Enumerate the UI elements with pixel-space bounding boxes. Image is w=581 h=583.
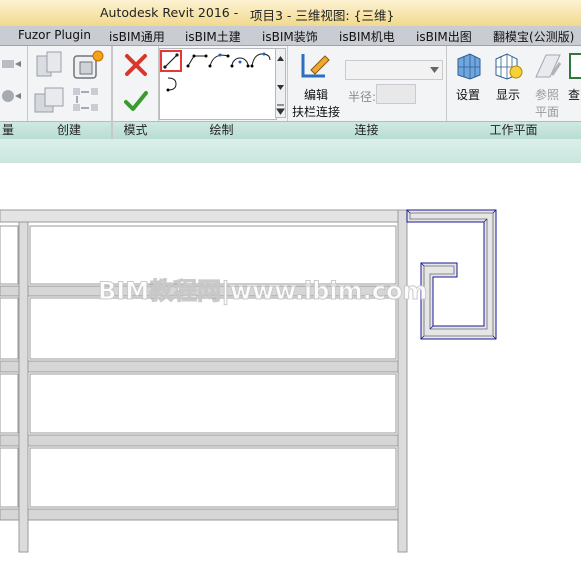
edit-label: 编辑 — [304, 88, 329, 102]
line-tool-selected[interactable] — [160, 50, 182, 72]
tangent-arc-icon[interactable] — [250, 50, 272, 70]
panel-label-mode: 模式 — [113, 121, 158, 139]
cancel-edit-mode-icon[interactable] — [123, 52, 149, 78]
gallery-scroll-arrows-icon — [276, 56, 285, 115]
panel-label-workplane: 工作平面 — [446, 121, 581, 139]
panel-label-draw: 绘制 — [156, 121, 287, 139]
ref-plane-label-2: 平面 — [535, 105, 560, 119]
set-label: 设置 — [456, 88, 481, 102]
viewer-label-partial: 查 — [568, 88, 581, 102]
panel-label-measure: 量 — [0, 121, 27, 139]
railing-sketch[interactable] — [406, 209, 497, 340]
tab-isbim-general[interactable]: isBIM通用 — [109, 28, 165, 45]
set-workplane-icon[interactable] — [454, 51, 484, 81]
ribbon-tab-bar: Fuzor Plugin isBIM通用 isBIM土建 isBIM装饰 isB… — [0, 26, 581, 46]
panel-draw: 绘制 — [156, 46, 288, 139]
show-label: 显示 — [496, 88, 521, 102]
polyline-icon[interactable] — [186, 50, 208, 70]
edit-rail-joins-icon[interactable] — [299, 50, 333, 82]
draw-gallery-scroll[interactable] — [275, 48, 286, 118]
app-title: Autodesk Revit 2016 - — [100, 5, 239, 20]
document-title: 项目3 - 三维视图: {三维} — [250, 8, 395, 23]
title-bar: Autodesk Revit 2016 - 项目3 - 三维视图: {三维} — [0, 0, 581, 27]
viewer-icon-partial[interactable] — [568, 51, 581, 81]
panel-label-create: 创建 — [27, 121, 111, 139]
panel-label-connect: 连接 — [287, 121, 446, 139]
create-family-icon[interactable] — [71, 48, 105, 82]
ref-plane-label-1: 参照 — [535, 88, 560, 102]
tab-fuzor-plugin[interactable]: Fuzor Plugin — [18, 28, 91, 42]
join-type-dropdown[interactable] — [345, 60, 443, 80]
arc-start-end-icon[interactable] — [208, 50, 230, 70]
arc-center-ends-icon[interactable] — [229, 50, 251, 70]
panel-measure-partial: 量 — [0, 46, 28, 139]
chevron-down-icon — [430, 67, 439, 73]
tab-isbim-drawing[interactable]: isBIM出图 — [416, 28, 472, 45]
copy-icon[interactable] — [33, 86, 67, 116]
options-bar — [0, 139, 581, 164]
line-icon — [163, 53, 179, 69]
floor-frame — [0, 209, 408, 553]
panel-mode: 模式 — [111, 46, 159, 139]
radius-label: 半径: — [348, 90, 377, 104]
tab-fanmobao[interactable]: 翻模宝(公测版) — [493, 28, 574, 45]
radius-input[interactable] — [376, 84, 416, 104]
show-workplane-icon[interactable] — [493, 51, 523, 81]
3d-view-canvas[interactable]: BIM教程网|www.ibim.com — [0, 163, 581, 580]
panel-workplane: 设置 显示 参照 平面 查 工作平面 — [446, 46, 581, 139]
panel-create: 创建 — [27, 46, 112, 139]
tab-isbim-civil[interactable]: isBIM土建 — [185, 28, 241, 45]
panel-connect: 编辑 扶栏连接 半径: 连接 — [287, 46, 447, 139]
model-geometry: BIM教程网|www.ibim.com — [0, 209, 497, 553]
fillet-arc-icon[interactable] — [164, 74, 184, 94]
finish-edit-mode-icon[interactable] — [123, 88, 149, 114]
measure-icon[interactable] — [0, 56, 24, 106]
watermark-text: BIM教程网|www.ibim.com — [98, 277, 427, 305]
tab-isbim-mep[interactable]: isBIM机电 — [339, 28, 395, 45]
reference-plane-icon[interactable] — [532, 51, 562, 81]
tab-isbim-decoration[interactable]: isBIM装饰 — [262, 28, 318, 45]
ribbon: 量 创建 模式 绘制 编辑 扶栏连接 半径: 连接 设置 显示 参照 平面 查 … — [0, 46, 581, 139]
rail-joins-label: 扶栏连接 — [292, 105, 341, 119]
array-icon[interactable] — [71, 86, 103, 116]
create-component-icon[interactable] — [35, 50, 65, 80]
